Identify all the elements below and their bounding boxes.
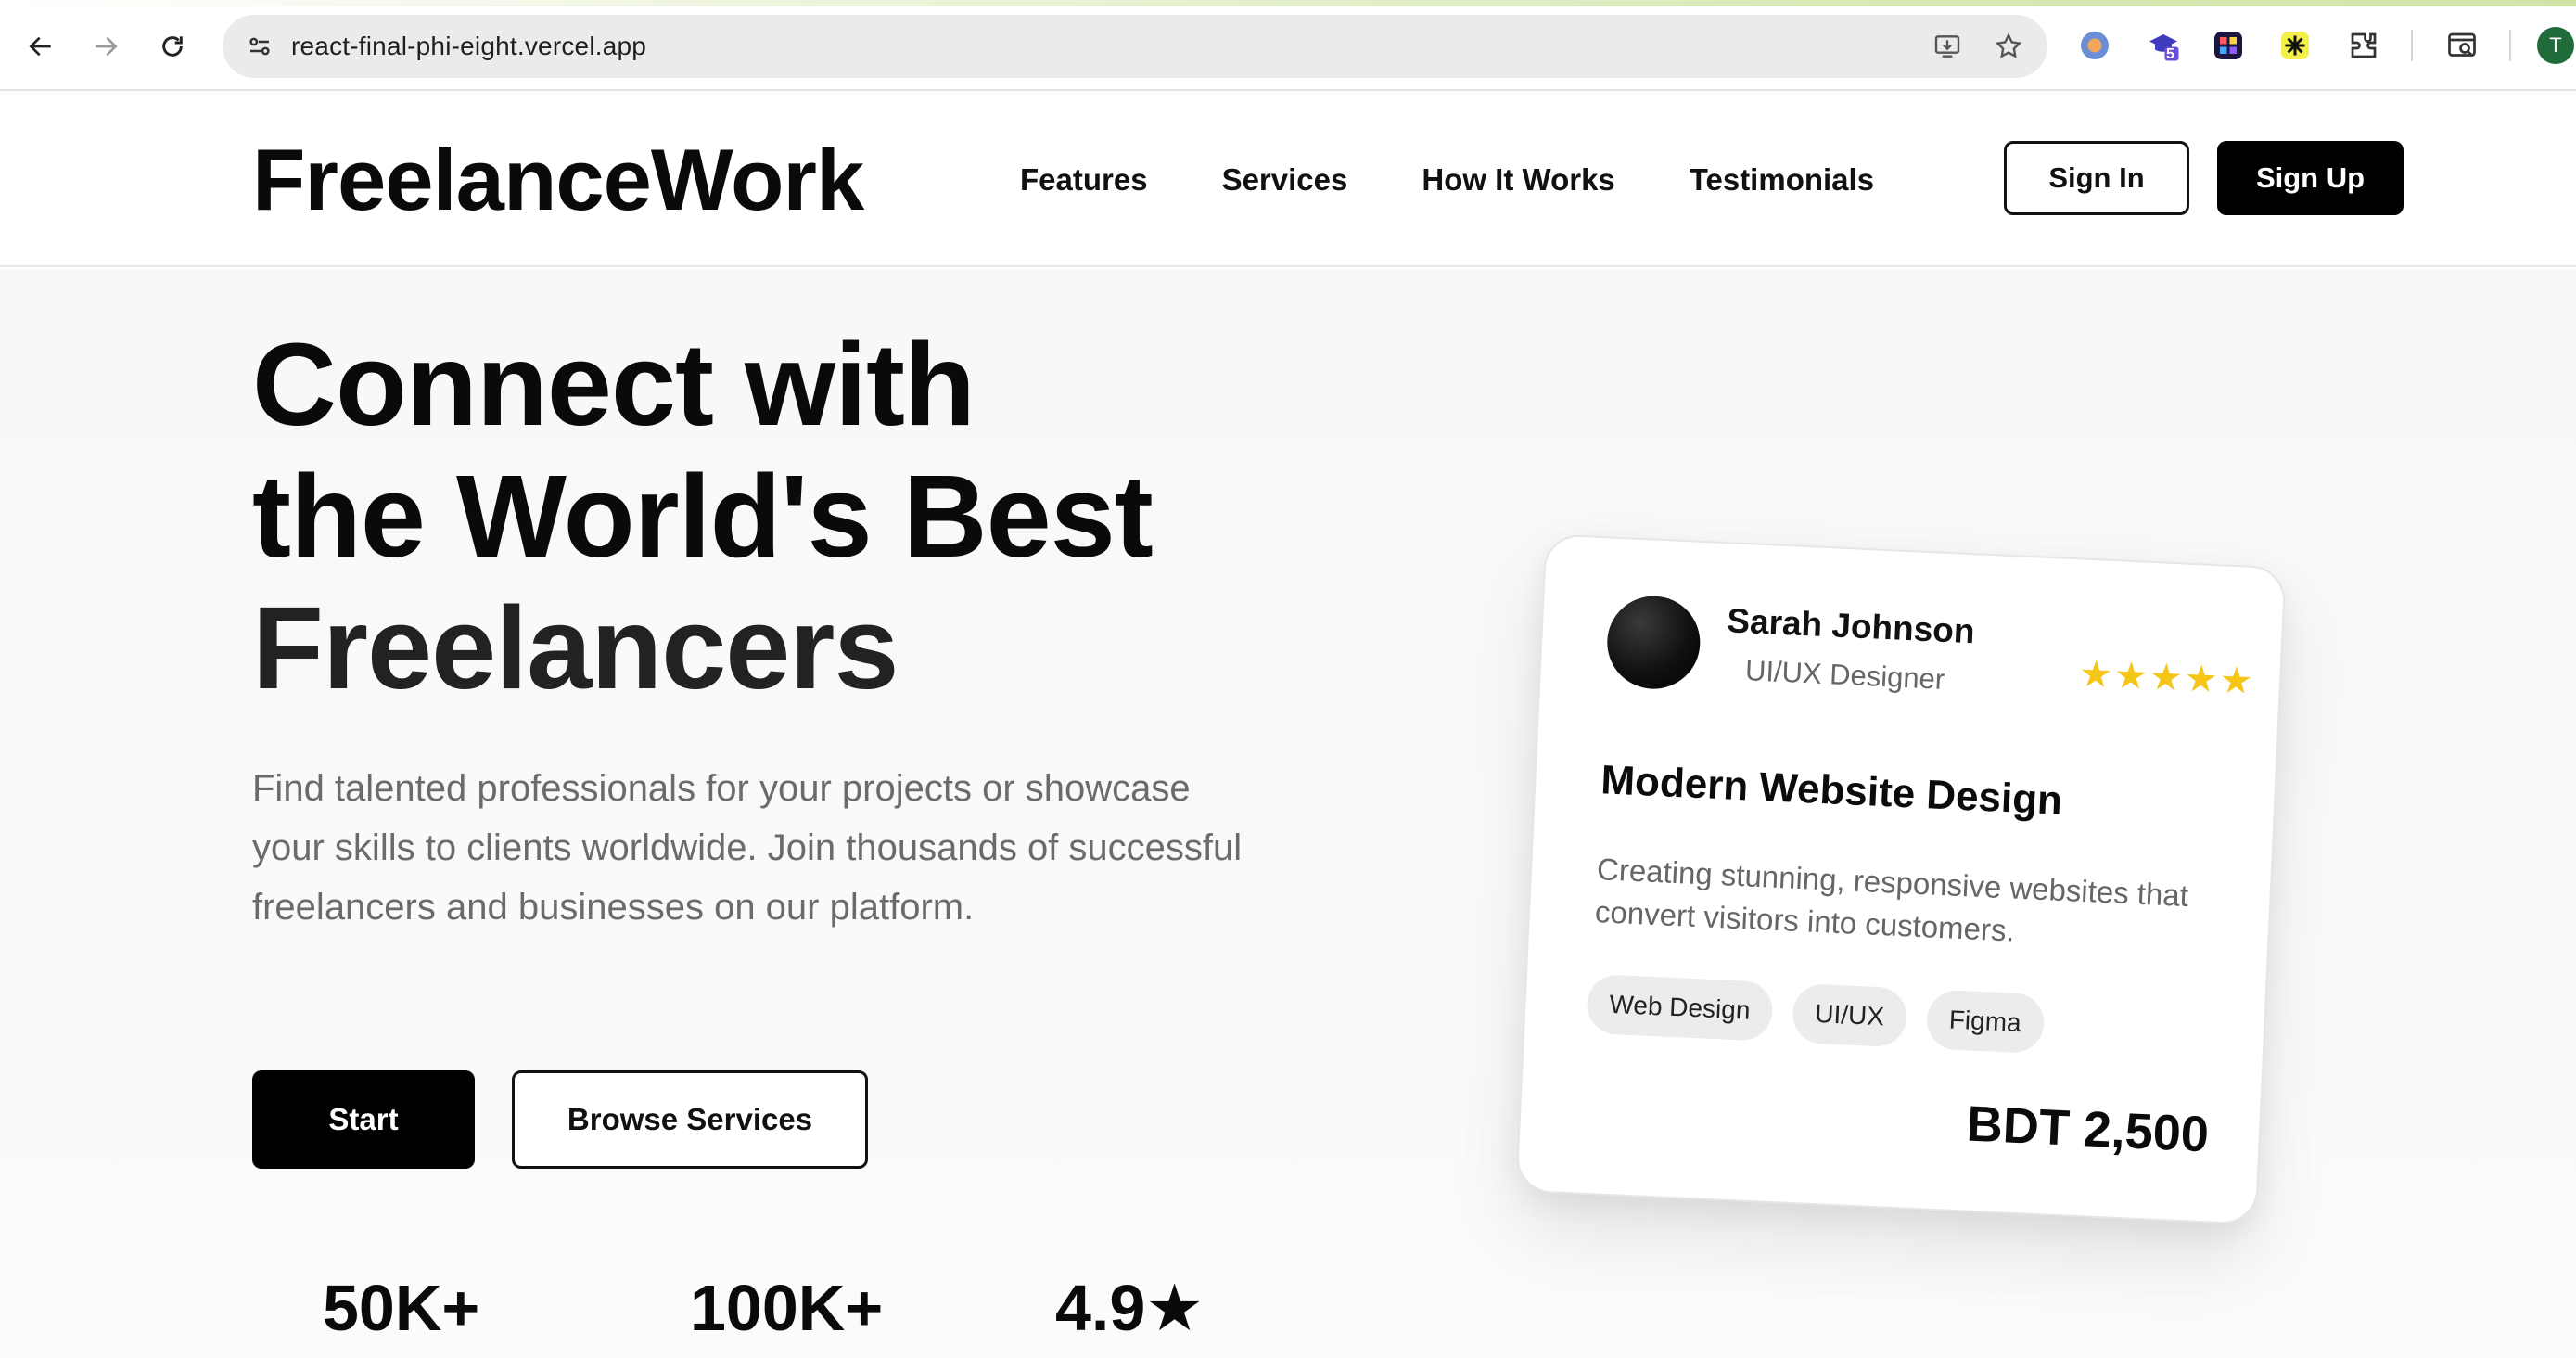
nav-features[interactable]: Features [1020,160,1148,200]
nav-services[interactable]: Services [1222,160,1348,200]
stat-rating: 4.9★ [1055,1272,1205,1344]
tag-figma: Figma [1925,989,2046,1055]
browse-services-button[interactable]: Browse Services [512,1070,868,1169]
extension-badge: 5 [2166,46,2174,62]
service-description: Creating stunning, responsive websites t… [1594,852,2189,948]
start-button[interactable]: Start [252,1070,475,1169]
hero-title-line2: the World's Best [252,451,1154,582]
extension-circle-icon[interactable] [2073,24,2116,67]
service-price: BDT 2,500 [1965,1095,2211,1163]
site-settings-icon[interactable] [241,28,278,65]
extension-grid-icon[interactable] [2207,24,2250,67]
tag-list: Web Design UI/UX Figma [1586,973,2046,1055]
nav-testimonials[interactable]: Testimonials [1690,160,1874,200]
extension-sparkle-icon[interactable] [2274,24,2316,67]
profile-avatar[interactable]: T [2537,27,2574,64]
extensions-puzzle-icon[interactable] [2342,24,2385,67]
freelancer-name: Sarah Johnson [1726,601,1976,651]
toolbar-separator [2509,30,2511,61]
address-bar[interactable]: react-final-phi-eight.vercel.app [223,15,2047,78]
tab-strip-edge [0,0,2576,6]
url-text[interactable]: react-final-phi-eight.vercel.app [291,15,646,78]
reload-button[interactable] [152,26,193,67]
sign-up-button[interactable]: Sign Up [2217,141,2404,215]
site-logo[interactable]: FreelanceWork [252,135,864,224]
back-arrow-icon [29,36,51,57]
main-nav: Features Services How It Works Testimoni… [1020,160,1874,200]
hero-subtitle: Find talented professionals for your pro… [252,768,1243,928]
tag-ui-ux: UI/UX [1791,982,1908,1048]
freelancer-role: UI/UX Designer [1744,654,1945,696]
forward-arrow-icon [96,36,118,57]
extension-graduation-icon[interactable]: 5 [2142,24,2185,67]
back-button[interactable] [20,26,61,67]
hero-section: Connect with the World's Best Freelancer… [0,269,2576,1358]
hero-title-line1: Connect with [252,319,976,450]
toolbar-separator [2411,30,2413,61]
site-header: FreelanceWork Features Services How It W… [0,91,2576,267]
tag-web-design: Web Design [1586,973,1774,1042]
bookmark-star-icon[interactable] [1990,28,2027,65]
avatar [1605,594,1702,691]
sign-in-button[interactable]: Sign In [2004,141,2189,215]
stat-projects: 100K+ [690,1272,884,1344]
reload-icon [162,36,183,57]
rating-stars-icon: ★★★★★ [2078,653,2256,703]
install-app-icon[interactable] [1929,28,1966,65]
hero-title: Connect with the World's Best Freelancer… [252,319,1365,714]
stat-freelancers: 50K+ [323,1272,480,1344]
freelancer-card[interactable]: Sarah Johnson UI/UX Designer ★★★★★ Moder… [1515,533,2287,1225]
tab-search-icon[interactable] [2441,24,2483,67]
forward-button[interactable] [85,26,126,67]
browser-toolbar: react-final-phi-eight.vercel.app 5 T [0,0,2576,91]
hero-title-line3: Freelancers [252,583,899,713]
nav-how-it-works[interactable]: How It Works [1422,160,1614,200]
service-title: Modern Website Design [1600,757,2064,824]
